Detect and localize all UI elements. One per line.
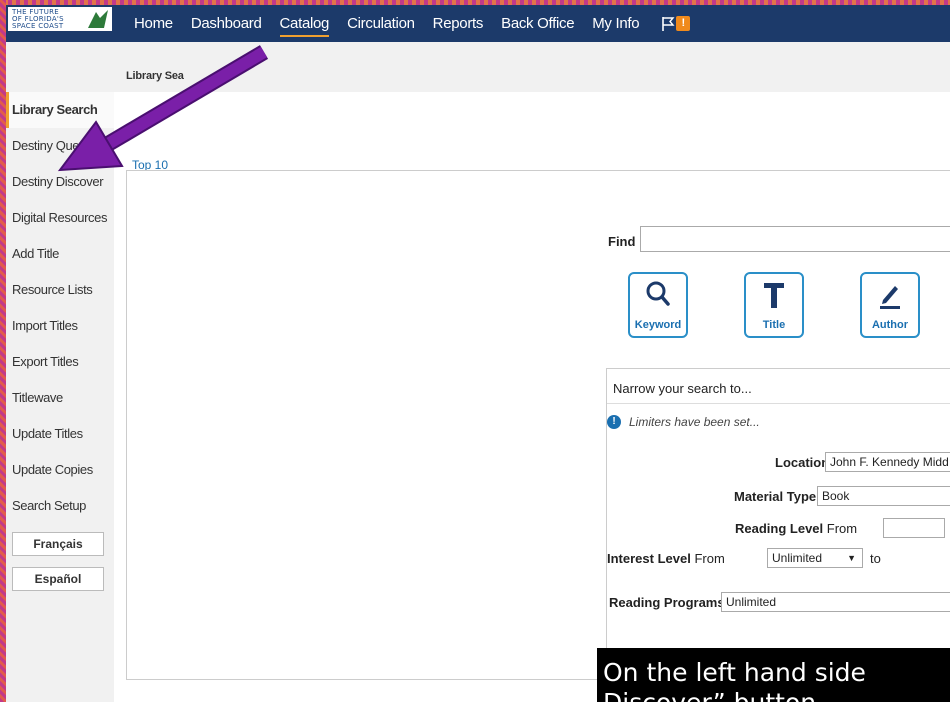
logo-text-line-3: SPACE COAST xyxy=(12,22,64,30)
main-content: Top 10 Find Keyword Title Author Narrow … xyxy=(114,92,950,702)
caption-line-1: On the left hand side xyxy=(603,658,866,687)
logo-emblem-icon xyxy=(88,10,108,28)
interest-level-label: Interest Level From xyxy=(607,551,725,566)
keyword-search-button[interactable]: Keyword xyxy=(628,272,688,338)
find-label: Find xyxy=(608,234,636,249)
logo-box: THE FUTURE OF FLORIDA'S SPACE COAST xyxy=(8,7,112,31)
nav-back-office[interactable]: Back Office xyxy=(501,5,574,42)
sidebar-item-export-titles[interactable]: Export Titles xyxy=(6,344,114,380)
location-select[interactable]: John F. Kennedy Midd xyxy=(825,452,950,472)
nav-catalog[interactable]: Catalog xyxy=(279,5,329,42)
caption-line-2: Discover” button xyxy=(603,688,950,702)
sidebar-item-add-title[interactable]: Add Title xyxy=(6,236,114,272)
nav-circulation[interactable]: Circulation xyxy=(347,5,415,42)
interest-from-value: Unlimited xyxy=(772,551,823,565)
nav-dashboard[interactable]: Dashboard xyxy=(191,5,262,42)
reading-level-from-input[interactable] xyxy=(883,518,945,538)
nav-my-info[interactable]: My Info xyxy=(592,5,639,42)
find-input[interactable] xyxy=(640,226,950,252)
nav-home[interactable]: Home xyxy=(134,5,173,42)
limiter-notice: ! Limiters have been set... xyxy=(607,415,760,429)
sidebar-item-library-search[interactable]: Library Search xyxy=(6,92,114,128)
author-search-button[interactable]: Author xyxy=(860,272,920,338)
nav-reports[interactable]: Reports xyxy=(433,5,484,42)
breadcrumb[interactable]: Library Sea xyxy=(126,70,184,82)
reading-programs-label: Reading Programs xyxy=(609,595,725,610)
material-type-select[interactable]: Book xyxy=(817,486,950,506)
author-label: Author xyxy=(871,319,909,331)
interest-level-from-select[interactable]: Unlimited ▼ xyxy=(767,548,863,568)
spanish-language-button[interactable]: Español xyxy=(12,567,104,591)
pen-icon xyxy=(880,286,900,309)
alert-badge: ! xyxy=(676,16,691,31)
title-search-button[interactable]: Title xyxy=(744,272,804,338)
sidebar-item-import-titles[interactable]: Import Titles xyxy=(6,308,114,344)
breadcrumb-bar: Library Sea xyxy=(6,42,950,92)
interest-to-label: to xyxy=(870,551,881,566)
notifications-button[interactable]: ! xyxy=(661,16,691,32)
reading-programs-select[interactable]: Unlimited xyxy=(721,592,950,612)
french-language-button[interactable]: Français xyxy=(12,532,104,556)
limiter-text: Limiters have been set... xyxy=(629,415,760,429)
sidebar-item-digital-resources[interactable]: Digital Resources xyxy=(6,200,114,236)
reading-level-label-text: Reading Level xyxy=(735,521,824,536)
chevron-down-icon: ▼ xyxy=(847,553,856,563)
info-alert-icon: ! xyxy=(607,415,621,429)
narrow-search-title: Narrow your search to... xyxy=(613,381,752,396)
slide-caption: On the left hand side Discover” button xyxy=(597,648,950,702)
interest-level-label-text: Interest Level xyxy=(607,551,691,566)
sidebar-item-resource-lists[interactable]: Resource Lists xyxy=(6,272,114,308)
material-type-label: Material Type xyxy=(734,489,817,504)
location-label: Location xyxy=(775,455,830,470)
magnifier-icon xyxy=(646,281,670,306)
reading-from-label: From xyxy=(826,521,858,536)
sidebar-item-destiny-discover[interactable]: Destiny Discover xyxy=(6,164,114,200)
keyword-label: Keyword xyxy=(634,319,682,331)
top-nav-bar: THE FUTURE OF FLORIDA'S SPACE COAST Home… xyxy=(6,5,950,42)
sidebar-item-search-setup[interactable]: Search Setup xyxy=(6,488,114,524)
sidebar: Library Search Destiny Que Destiny Disco… xyxy=(6,92,114,702)
interest-from-label: From xyxy=(694,551,725,566)
sidebar-item-destiny-quest[interactable]: Destiny Que xyxy=(6,128,114,164)
main-nav: Home Dashboard Catalog Circulation Repor… xyxy=(134,5,691,42)
title-label: Title xyxy=(762,319,786,331)
divider xyxy=(607,403,950,404)
sidebar-item-update-copies[interactable]: Update Copies xyxy=(6,452,114,488)
flag-icon xyxy=(662,16,675,31)
narrow-search-panel: Narrow your search to... ! Limiters have… xyxy=(606,368,950,668)
district-logo: THE FUTURE OF FLORIDA'S SPACE COAST xyxy=(6,5,118,42)
title-t-icon xyxy=(764,283,784,308)
reading-level-label: Reading Level From xyxy=(735,521,857,536)
sidebar-item-update-titles[interactable]: Update Titles xyxy=(6,416,114,452)
sidebar-item-titlewave[interactable]: Titlewave xyxy=(6,380,114,416)
